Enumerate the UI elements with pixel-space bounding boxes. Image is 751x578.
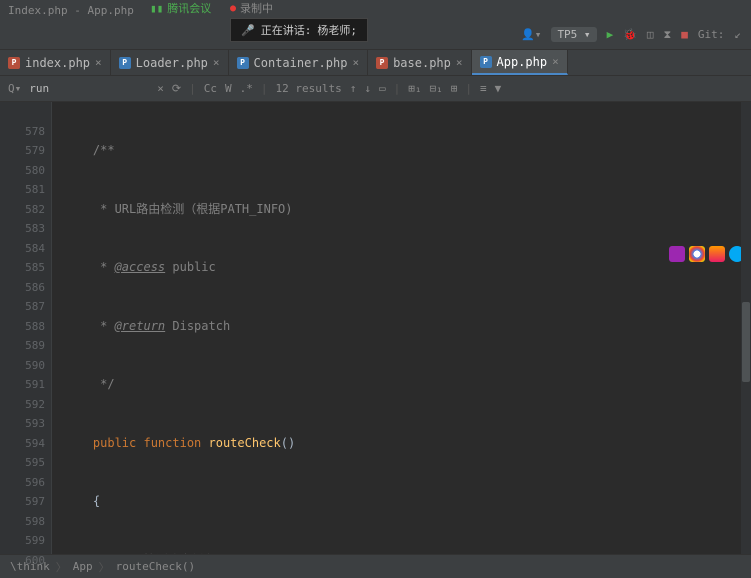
php-file-icon: P [119,57,131,69]
match-case-toggle[interactable]: Cc [204,82,217,95]
find-down-icon[interactable]: ↓ [364,82,371,95]
close-icon[interactable]: × [456,56,463,69]
main-toolbar: 👤▾ TP5 ▾ ▶ 🐞 ◫ ⧗ ■ Git: ↙ [0,20,751,50]
php-file-icon: P [480,56,492,68]
debug-button-icon[interactable]: 🐞 [623,28,637,41]
record-dot-icon: ● [230,3,236,14]
code-editor[interactable]: 578 579 580 581 582 583 584 585 586 587 … [0,102,751,554]
php-file-icon: P [237,57,249,69]
search-icon[interactable]: Q▾ [8,82,21,95]
window-title: Index.php - App.php [8,4,134,17]
tab-label: Loader.php [136,56,208,70]
vertical-scrollbar[interactable] [741,102,751,554]
prev-occurrence-icon[interactable]: × [157,82,164,95]
tab-label: base.php [393,56,451,70]
recording-label: 录制中 [240,0,273,16]
mic-icon: 🎤 [241,24,255,37]
breadcrumb-segment[interactable]: routeCheck() [116,560,195,573]
run-button-icon[interactable]: ▶ [607,28,614,41]
close-icon[interactable]: × [95,56,102,69]
git-branch-icon[interactable]: ↙ [734,28,741,41]
filter-icon[interactable]: ▼ [495,82,502,95]
tab-label: App.php [497,55,548,69]
tab-label: index.php [25,56,90,70]
editor-tabs: P index.php × P Loader.php × P Container… [0,50,751,76]
chevron-right-icon: 〉 [99,559,110,575]
speaking-badge: 🎤 正在讲话: 杨老师; [230,18,368,42]
line-gutter: 578 579 580 581 582 583 584 585 586 587 … [0,102,52,554]
titlebar: Index.php - App.php [0,0,751,20]
run-config-label: TP5 [557,28,577,41]
tab-base-php[interactable]: P base.php × [368,50,471,75]
browser-safari-icon[interactable] [669,246,685,262]
profile-button-icon[interactable]: ⧗ [664,28,672,42]
breadcrumb-segment[interactable]: App [73,560,93,573]
find-input[interactable] [29,82,149,95]
add-selection-icon[interactable]: ⊞₁ [408,82,421,95]
remove-selection-icon[interactable]: ⊟₁ [429,82,442,95]
signal-icon: ▮▮ [150,2,163,15]
recording-badge: ● 录制中 [230,0,273,16]
close-icon[interactable]: × [352,56,359,69]
user-dropdown-icon[interactable]: 👤▾ [521,28,541,41]
regex-toggle[interactable]: .* [240,82,253,95]
browser-chrome-icon[interactable] [689,246,705,262]
results-count: 12 results [275,82,341,95]
tab-index-php[interactable]: P index.php × [0,50,111,75]
find-up-icon[interactable]: ↑ [350,82,357,95]
code-area[interactable]: /** * URL路由检测（根据PATH_INFO) * @access pub… [60,102,751,554]
browser-firefox-icon[interactable] [709,246,725,262]
run-config-selector[interactable]: TP5 ▾ [551,27,596,42]
breadcrumb: \think 〉 App 〉 routeCheck() [0,554,751,578]
chevron-right-icon: 〉 [56,559,67,575]
speaking-prefix: 正在讲话: [261,22,312,38]
tab-app-php[interactable]: P App.php × [472,50,568,75]
git-label: Git: [698,28,725,41]
breadcrumb-segment[interactable]: \think [10,560,50,573]
close-icon[interactable]: × [213,56,220,69]
scrollbar-thumb[interactable] [742,302,750,382]
find-bar: Q▾ × ⟳ | Cc W .* | 12 results ↑ ↓ ▭ | ⊞₁… [0,76,751,102]
browser-overlay-icons [669,246,745,262]
close-icon[interactable]: × [552,55,559,68]
stop-button-icon[interactable]: ■ [681,28,688,41]
meeting-badge: ▮▮ 腾讯会议 [150,0,211,16]
history-icon[interactable]: ⟳ [172,82,181,95]
settings-icon[interactable]: ≡ [480,82,487,95]
php-file-icon: P [8,57,20,69]
words-toggle[interactable]: W [225,82,232,95]
tab-loader-php[interactable]: P Loader.php × [111,50,229,75]
select-all-occurrences-icon[interactable]: ⊞ [451,82,458,95]
meeting-app-label: 腾讯会议 [167,0,211,16]
tab-label: Container.php [254,56,348,70]
speaker-name: 杨老师; [317,22,357,38]
php-file-icon: P [376,57,388,69]
coverage-button-icon[interactable]: ◫ [647,28,654,41]
select-all-icon[interactable]: ▭ [379,82,386,95]
tab-container-php[interactable]: P Container.php × [229,50,369,75]
fold-column [52,102,60,554]
